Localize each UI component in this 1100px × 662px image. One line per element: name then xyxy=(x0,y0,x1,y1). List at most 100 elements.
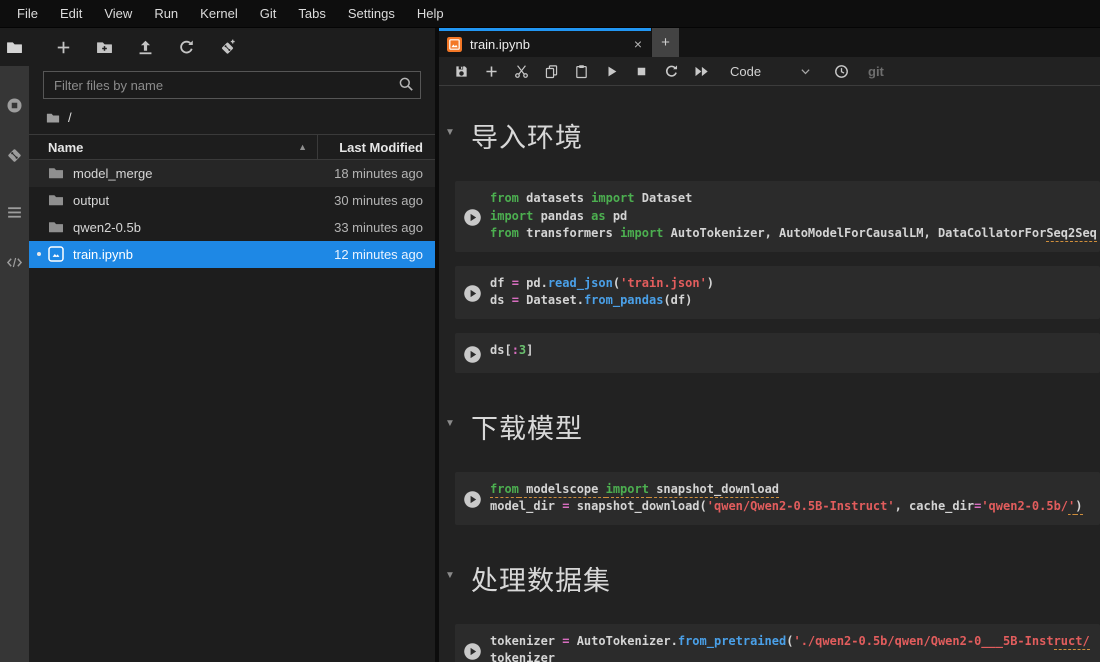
file-list-header: Name ▲ Last Modified xyxy=(29,134,435,160)
run-cell-icon[interactable] xyxy=(455,481,490,516)
activity-extensions[interactable] xyxy=(0,243,29,281)
file-name: train.ipynb xyxy=(29,247,305,262)
file-row-model_merge[interactable]: model_merge 18 minutes ago xyxy=(29,160,435,187)
code-cell[interactable]: ds[:3] xyxy=(455,333,1100,373)
stop-button[interactable] xyxy=(626,58,656,84)
menu-help[interactable]: Help xyxy=(406,0,455,28)
new-launcher-icon xyxy=(55,39,72,56)
collapse-section-icon[interactable]: ▼ xyxy=(445,407,471,429)
menu-run[interactable]: Run xyxy=(143,0,189,28)
code-cell[interactable]: from datasets import Dataset import pand… xyxy=(455,181,1100,252)
tab-bar: train.ipynb × + xyxy=(439,28,1100,57)
menu-kernel[interactable]: Kernel xyxy=(189,0,249,28)
insert-cell-button[interactable] xyxy=(476,58,506,84)
code-cell[interactable]: df = pd.read_json('train.json') ds = Dat… xyxy=(455,266,1100,319)
file-modified: 18 minutes ago xyxy=(305,166,435,181)
refresh-button[interactable] xyxy=(166,32,207,62)
collapse-section-icon[interactable]: ▼ xyxy=(445,559,471,581)
paste-icon xyxy=(574,64,589,79)
code-editor[interactable]: from datasets import Dataset import pand… xyxy=(490,190,1100,243)
menu-view[interactable]: View xyxy=(93,0,143,28)
restart-icon xyxy=(664,64,679,79)
tab-train-ipynb[interactable]: train.ipynb × xyxy=(439,28,651,57)
code-editor[interactable]: tokenizer = AutoTokenizer.from_pretraine… xyxy=(490,633,1100,662)
markdown-heading: 导入环境 xyxy=(471,116,583,155)
close-tab-icon[interactable]: × xyxy=(634,37,642,51)
search-icon xyxy=(398,76,414,92)
file-list: model_merge 18 minutes ago output 30 min… xyxy=(29,160,435,268)
folder-icon xyxy=(48,192,64,208)
table-of-contents-icon xyxy=(6,204,23,221)
paste-button[interactable] xyxy=(566,58,596,84)
markdown-cell[interactable]: ▼ 下载模型 xyxy=(445,407,1100,446)
new-tab-button[interactable]: + xyxy=(652,28,679,57)
save-button[interactable] xyxy=(446,58,476,84)
cut-icon xyxy=(514,64,529,79)
run-all-button[interactable] xyxy=(686,58,716,84)
code-editor[interactable]: ds[:3] xyxy=(490,342,1100,364)
main-area: train.ipynb × + Code git ▼ 导入环境 from dat… xyxy=(439,28,1100,662)
run-cell-icon[interactable] xyxy=(455,275,490,310)
activity-running-sessions[interactable] xyxy=(0,86,29,124)
menu-bar: FileEditViewRunKernelGitTabsSettingsHelp xyxy=(0,0,1100,28)
git-clone-button[interactable] xyxy=(207,32,248,62)
menu-file[interactable]: File xyxy=(6,0,49,28)
sort-ascending-icon: ▲ xyxy=(298,142,307,152)
cell-type-select[interactable]: Code xyxy=(724,59,816,83)
run-icon xyxy=(604,64,619,79)
menu-git[interactable]: Git xyxy=(249,0,288,28)
code-cell[interactable]: from modelscope import snapshot_download… xyxy=(455,472,1100,525)
code-editor[interactable]: df = pd.read_json('train.json') ds = Dat… xyxy=(490,275,1100,310)
file-modified: 12 minutes ago xyxy=(305,247,435,262)
filter-files-input[interactable] xyxy=(43,71,421,99)
upload-button[interactable] xyxy=(125,32,166,62)
restart-button[interactable] xyxy=(656,58,686,84)
notebook-toolbar: Code git xyxy=(439,57,1100,86)
running-sessions-icon xyxy=(6,97,23,114)
run-cell-icon[interactable] xyxy=(455,633,490,662)
notebook-icon xyxy=(48,246,64,262)
markdown-heading: 下载模型 xyxy=(471,407,583,446)
home-folder-icon xyxy=(46,111,60,125)
upload-icon xyxy=(137,39,154,56)
open-file-dot xyxy=(37,252,41,256)
file-row-train.ipynb[interactable]: train.ipynb 12 minutes ago xyxy=(29,241,435,268)
run-button[interactable] xyxy=(596,58,626,84)
tab-label: train.ipynb xyxy=(470,37,530,52)
file-modified: 30 minutes ago xyxy=(305,193,435,208)
insert-cell-icon xyxy=(484,64,499,79)
breadcrumb[interactable]: / xyxy=(29,99,435,134)
code-editor[interactable]: from modelscope import snapshot_download… xyxy=(490,481,1100,516)
menu-tabs[interactable]: Tabs xyxy=(287,0,336,28)
column-header-name[interactable]: Name ▲ xyxy=(29,140,317,155)
new-folder-icon xyxy=(96,39,113,56)
refresh-icon xyxy=(178,39,195,56)
menu-edit[interactable]: Edit xyxy=(49,0,93,28)
chevron-down-icon xyxy=(799,65,812,78)
notebook-content: ▼ 导入环境 from datasets import Dataset impo… xyxy=(439,86,1100,662)
kernel-history-button[interactable] xyxy=(826,58,856,84)
file-row-output[interactable]: output 30 minutes ago xyxy=(29,187,435,214)
column-header-modified[interactable]: Last Modified xyxy=(318,140,435,155)
file-row-qwen2-0.5b[interactable]: qwen2-0.5b 33 minutes ago xyxy=(29,214,435,241)
collapse-section-icon[interactable]: ▼ xyxy=(445,116,471,138)
menu-settings[interactable]: Settings xyxy=(337,0,406,28)
new-folder-button[interactable] xyxy=(84,32,125,62)
cut-button[interactable] xyxy=(506,58,536,84)
run-cell-icon[interactable] xyxy=(455,190,490,243)
stop-icon xyxy=(634,64,649,79)
activity-file-browser[interactable] xyxy=(0,28,29,66)
activity-table-of-contents[interactable] xyxy=(0,193,29,231)
column-name-label: Name xyxy=(48,140,83,155)
activity-git[interactable] xyxy=(0,136,29,174)
code-cell[interactable]: tokenizer = AutoTokenizer.from_pretraine… xyxy=(455,624,1100,662)
markdown-cell[interactable]: ▼ 导入环境 xyxy=(445,116,1100,155)
markdown-cell[interactable]: ▼ 处理数据集 xyxy=(445,559,1100,598)
copy-icon xyxy=(544,64,559,79)
run-cell-icon[interactable] xyxy=(455,342,490,364)
clock-icon xyxy=(834,64,849,79)
copy-button[interactable] xyxy=(536,58,566,84)
run-all-icon xyxy=(694,64,709,79)
new-launcher-button[interactable] xyxy=(43,32,84,62)
file-name: qwen2-0.5b xyxy=(29,220,305,235)
